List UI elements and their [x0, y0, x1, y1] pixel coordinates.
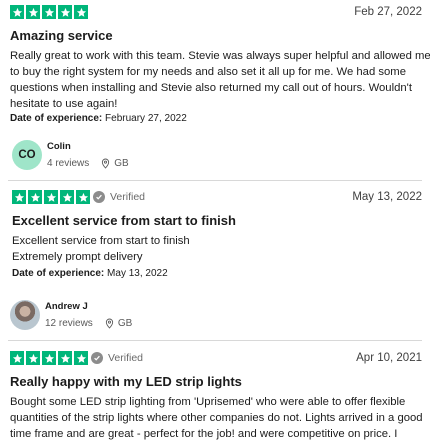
- star-icon: [60, 190, 74, 204]
- reviewer-name[interactable]: Colin: [47, 141, 129, 152]
- location-pin-icon: [105, 318, 113, 329]
- star-icon: [26, 5, 40, 19]
- review-body-line: quantities of the strip lights where oth…: [10, 412, 423, 424]
- review-body-line: time frame and are great - perfect for t…: [10, 428, 398, 440]
- avatar[interactable]: [10, 300, 40, 330]
- experience-label: Date of experience:: [12, 268, 105, 279]
- star-icon: [44, 190, 58, 204]
- divider: [8, 340, 422, 341]
- reviewer-name[interactable]: Andrew J: [45, 301, 132, 312]
- verified-label: Verified: [110, 191, 146, 203]
- review-title[interactable]: Really happy with my LED strip lights: [10, 374, 242, 389]
- star-icon: [76, 190, 90, 204]
- review-body-line: Bought some LED strip lighting from 'Upr…: [10, 396, 406, 408]
- review-body-line: hesitate to use again!: [10, 98, 118, 110]
- star-rating: [12, 190, 90, 204]
- review-body-line: questions when installing and Stevie als…: [10, 82, 412, 94]
- star-rating: [10, 5, 88, 19]
- check-circle-icon: [91, 352, 103, 364]
- review-date: Apr 10, 2021: [356, 352, 422, 364]
- review-body-line: Excellent service from start to finish: [12, 235, 190, 247]
- star-icon: [10, 351, 24, 365]
- reviewer-profile[interactable]: Andrew J 12 reviews GB: [10, 300, 132, 330]
- review-date: Feb 27, 2022: [354, 6, 422, 18]
- review-body-line: to buy the right system for my needs and…: [10, 66, 406, 78]
- divider: [8, 180, 422, 181]
- reviewer-country: GB: [117, 318, 133, 329]
- check-circle-icon: [93, 191, 105, 203]
- reviewer-country: GB: [114, 158, 129, 169]
- star-icon: [74, 5, 88, 19]
- verified-label: Verified: [108, 352, 144, 364]
- review-body: Bought some LED strip lighting from 'Upr…: [10, 394, 423, 442]
- review-count: 12 reviews: [45, 318, 93, 329]
- star-icon: [58, 351, 72, 365]
- review-body-line: Extremely prompt delivery: [12, 251, 143, 263]
- star-icon: [42, 351, 56, 365]
- location-pin-icon: [102, 158, 110, 169]
- star-rating: [10, 351, 88, 365]
- reviewer-profile[interactable]: CO Colin 4 reviews GB: [12, 140, 129, 170]
- experience-date: May 13, 2022: [107, 268, 168, 279]
- review-title[interactable]: Amazing service: [10, 28, 113, 43]
- experience-label: Date of experience:: [10, 113, 103, 124]
- star-icon: [10, 5, 24, 19]
- review-body: Excellent service from start to finish E…: [12, 233, 190, 265]
- review-body-line: Really great to work with this team. Ste…: [10, 50, 430, 62]
- star-icon: [26, 351, 40, 365]
- verified-badge[interactable]: Verified: [91, 352, 143, 364]
- review-date: May 13, 2022: [352, 191, 422, 203]
- avatar[interactable]: CO: [12, 140, 42, 170]
- star-icon: [42, 5, 56, 19]
- star-icon: [74, 351, 88, 365]
- review-count: 4 reviews: [47, 158, 90, 169]
- star-icon: [58, 5, 72, 19]
- verified-badge[interactable]: Verified: [93, 191, 145, 203]
- review-title[interactable]: Excellent service from start to finish: [12, 213, 236, 228]
- star-icon: [28, 190, 42, 204]
- experience-date: February 27, 2022: [105, 113, 187, 124]
- review-body: Really great to work with this team. Ste…: [10, 48, 430, 112]
- date-of-experience: Date of experience: February 27, 2022: [10, 113, 187, 124]
- date-of-experience: Date of experience: May 13, 2022: [12, 268, 168, 279]
- star-icon: [12, 190, 26, 204]
